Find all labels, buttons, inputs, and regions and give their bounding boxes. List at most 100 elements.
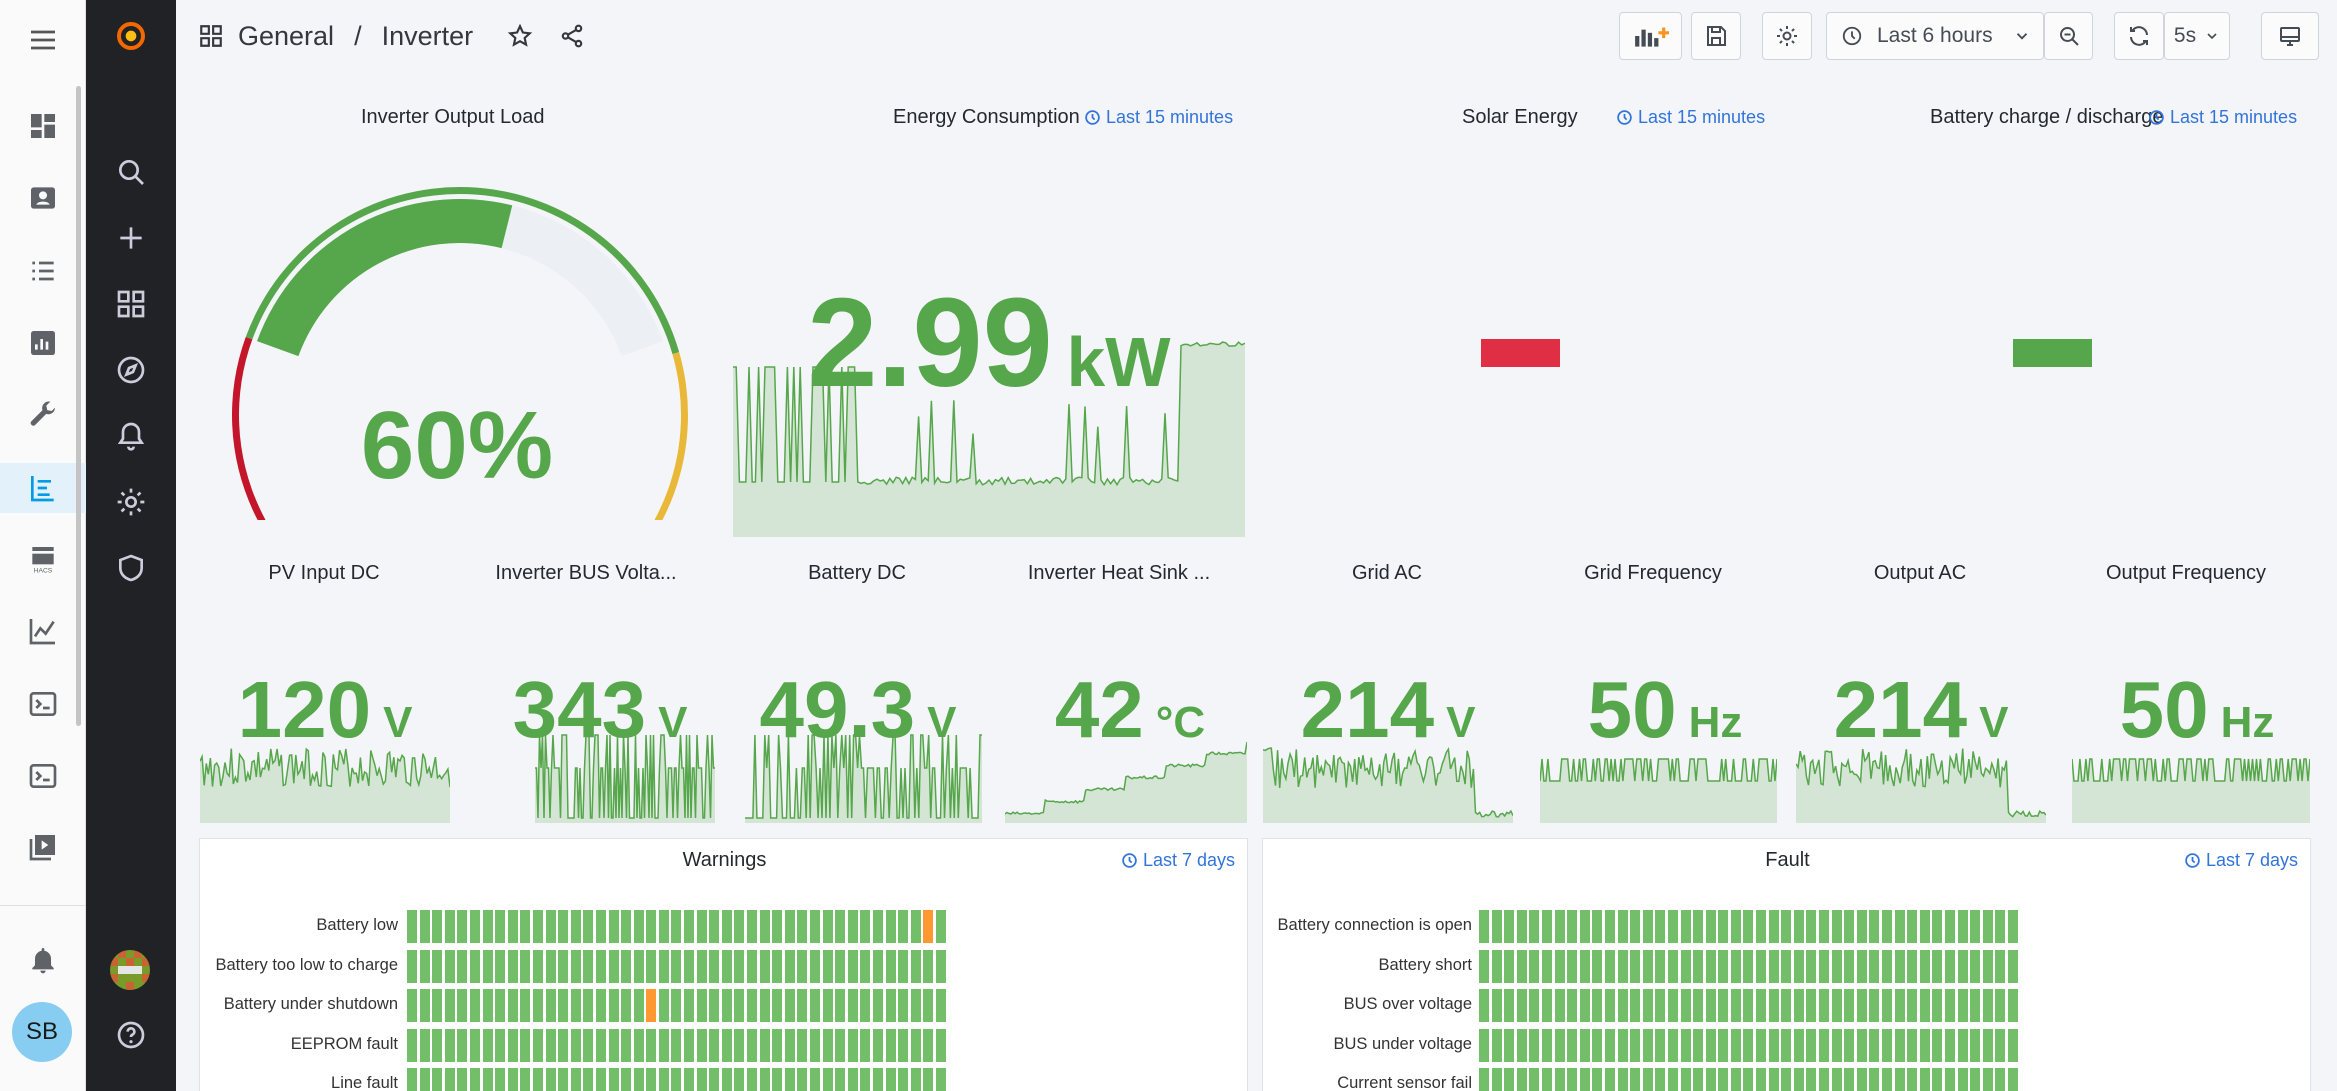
media-icon[interactable] <box>0 822 86 872</box>
heatmap-cell[interactable] <box>608 949 619 983</box>
heatmap-cell[interactable] <box>1504 1028 1515 1062</box>
heatmap-cell[interactable] <box>558 949 569 983</box>
heatmap-cell[interactable] <box>558 1068 569 1091</box>
heatmap-cell[interactable] <box>709 1068 720 1091</box>
heatmap-cell[interactable] <box>1819 1028 1830 1062</box>
heatmap-cell[interactable] <box>457 949 468 983</box>
heatmap-cell[interactable] <box>885 910 896 943</box>
heatmap-cell[interactable] <box>822 949 833 983</box>
heatmap-cell[interactable] <box>784 1068 795 1091</box>
heatmap-cell[interactable] <box>1541 989 1552 1022</box>
heatmap-cell[interactable] <box>1604 1068 1615 1091</box>
heatmap-cell[interactable] <box>1970 1068 1981 1091</box>
heatmap-cell[interactable] <box>1718 1068 1729 1091</box>
heatmap-cell[interactable] <box>1554 910 1565 943</box>
heatmap-cell[interactable] <box>1617 949 1628 983</box>
heatmap-cell[interactable] <box>1693 1028 1704 1062</box>
heatmap-cell[interactable] <box>797 989 808 1022</box>
heatmap-cell[interactable] <box>898 1028 909 1062</box>
heatmap-cell[interactable] <box>671 949 682 983</box>
heatmap-cell[interactable] <box>1756 910 1767 943</box>
heatmap-cell[interactable] <box>1491 949 1502 983</box>
heatmap-cell[interactable] <box>810 1068 820 1091</box>
heatmap-cell[interactable] <box>784 949 795 983</box>
heatmap-cell[interactable] <box>1793 1028 1804 1062</box>
heatmap-cell[interactable] <box>1982 989 1993 1022</box>
heatmap-cell[interactable] <box>684 989 695 1022</box>
heatmap-cell[interactable] <box>1957 989 1968 1022</box>
history-icon[interactable] <box>0 318 86 368</box>
heatmap-cell[interactable] <box>608 910 619 943</box>
heatmap-cell[interactable] <box>621 949 632 983</box>
alerting-icon[interactable] <box>86 411 176 461</box>
heatmap-cell[interactable] <box>1831 949 1842 983</box>
heatmap-cell[interactable] <box>1718 949 1729 983</box>
zoom-out-button[interactable] <box>2044 12 2093 60</box>
heatmap-cell[interactable] <box>1579 1028 1590 1062</box>
heatmap-cell[interactable] <box>1844 989 1855 1022</box>
heatmap-cell[interactable] <box>532 1068 543 1091</box>
time-range-picker[interactable]: Last 6 hours <box>1826 12 2044 60</box>
heatmap-cell[interactable] <box>1982 910 1993 943</box>
heatmap-cell[interactable] <box>507 1068 518 1091</box>
heatmap-cell[interactable] <box>507 989 518 1022</box>
heatmap-cell[interactable] <box>935 949 946 983</box>
explore-icon[interactable] <box>86 345 176 395</box>
heatmap-cell[interactable] <box>482 989 493 1022</box>
heatmap-cell[interactable] <box>1806 1068 1817 1091</box>
heatmap-cell[interactable] <box>621 910 632 943</box>
heatmap-cell[interactable] <box>1630 1028 1641 1062</box>
terminal-icon[interactable] <box>0 679 86 729</box>
heatmap-cell[interactable] <box>646 910 657 943</box>
heatmap-cell[interactable] <box>1579 989 1590 1022</box>
heatmap-cell[interactable] <box>646 1028 657 1062</box>
heatmap-cell[interactable] <box>1995 1028 2006 1062</box>
heatmap-cell[interactable] <box>407 910 417 943</box>
heatmap-cell[interactable] <box>1882 1068 1892 1091</box>
heatmap-cell[interactable] <box>1655 910 1666 943</box>
heatmap-cell[interactable] <box>1567 1028 1578 1062</box>
heatmap-cell[interactable] <box>1592 910 1603 943</box>
heatmap-cell[interactable] <box>520 989 531 1022</box>
heatmap-cell[interactable] <box>822 989 833 1022</box>
heatmap-cell[interactable] <box>520 949 531 983</box>
dashboards-icon[interactable] <box>86 279 176 329</box>
heatmap-cell[interactable] <box>1693 1068 1704 1091</box>
heatmap-cell[interactable] <box>1655 1028 1666 1062</box>
heatmap-cell[interactable] <box>1693 989 1704 1022</box>
heatmap-cell[interactable] <box>1718 989 1729 1022</box>
heatmap-cell[interactable] <box>658 949 669 983</box>
heatmap-cell[interactable] <box>1907 989 1918 1022</box>
save-dashboard-button[interactable] <box>1691 12 1741 60</box>
heatmap-cell[interactable] <box>1919 989 1930 1022</box>
help-icon[interactable] <box>86 1010 176 1060</box>
heatmap-cell[interactable] <box>507 910 518 943</box>
heatmap-cell[interactable] <box>1932 910 1943 943</box>
heatmap-cell[interactable] <box>1592 949 1603 983</box>
heatmap-cell[interactable] <box>1806 949 1817 983</box>
heatmap-cell[interactable] <box>1479 1028 1489 1062</box>
heatmap-cell[interactable] <box>2007 989 2018 1022</box>
heatmap-cell[interactable] <box>595 989 606 1022</box>
heatmap-cell[interactable] <box>847 1028 858 1062</box>
heatmap-cell[interactable] <box>570 1028 581 1062</box>
heatmap-cell[interactable] <box>784 910 795 943</box>
heatmap-cell[interactable] <box>709 1028 720 1062</box>
heatmap-cell[interactable] <box>1516 1028 1527 1062</box>
heatmap-cell[interactable] <box>747 1028 758 1062</box>
heatmap-cell[interactable] <box>721 1028 732 1062</box>
heatmap-cell[interactable] <box>671 910 682 943</box>
heatmap-cell[interactable] <box>444 910 455 943</box>
heatmap-cell[interactable] <box>1705 910 1716 943</box>
heatmap-cell[interactable] <box>847 910 858 943</box>
heatmap-cell[interactable] <box>759 989 770 1022</box>
heatmap-cell[interactable] <box>633 989 644 1022</box>
heatmap-cell[interactable] <box>1844 910 1855 943</box>
terminal-box-icon[interactable] <box>0 751 86 801</box>
heatmap-cell[interactable] <box>835 949 846 983</box>
heatmap-cell[interactable] <box>1630 989 1641 1022</box>
heatmap-cell[interactable] <box>1806 989 1817 1022</box>
heatmap-cell[interactable] <box>2007 1068 2018 1091</box>
heatmap-cell[interactable] <box>1970 949 1981 983</box>
heatmap-cell[interactable] <box>1844 1068 1855 1091</box>
